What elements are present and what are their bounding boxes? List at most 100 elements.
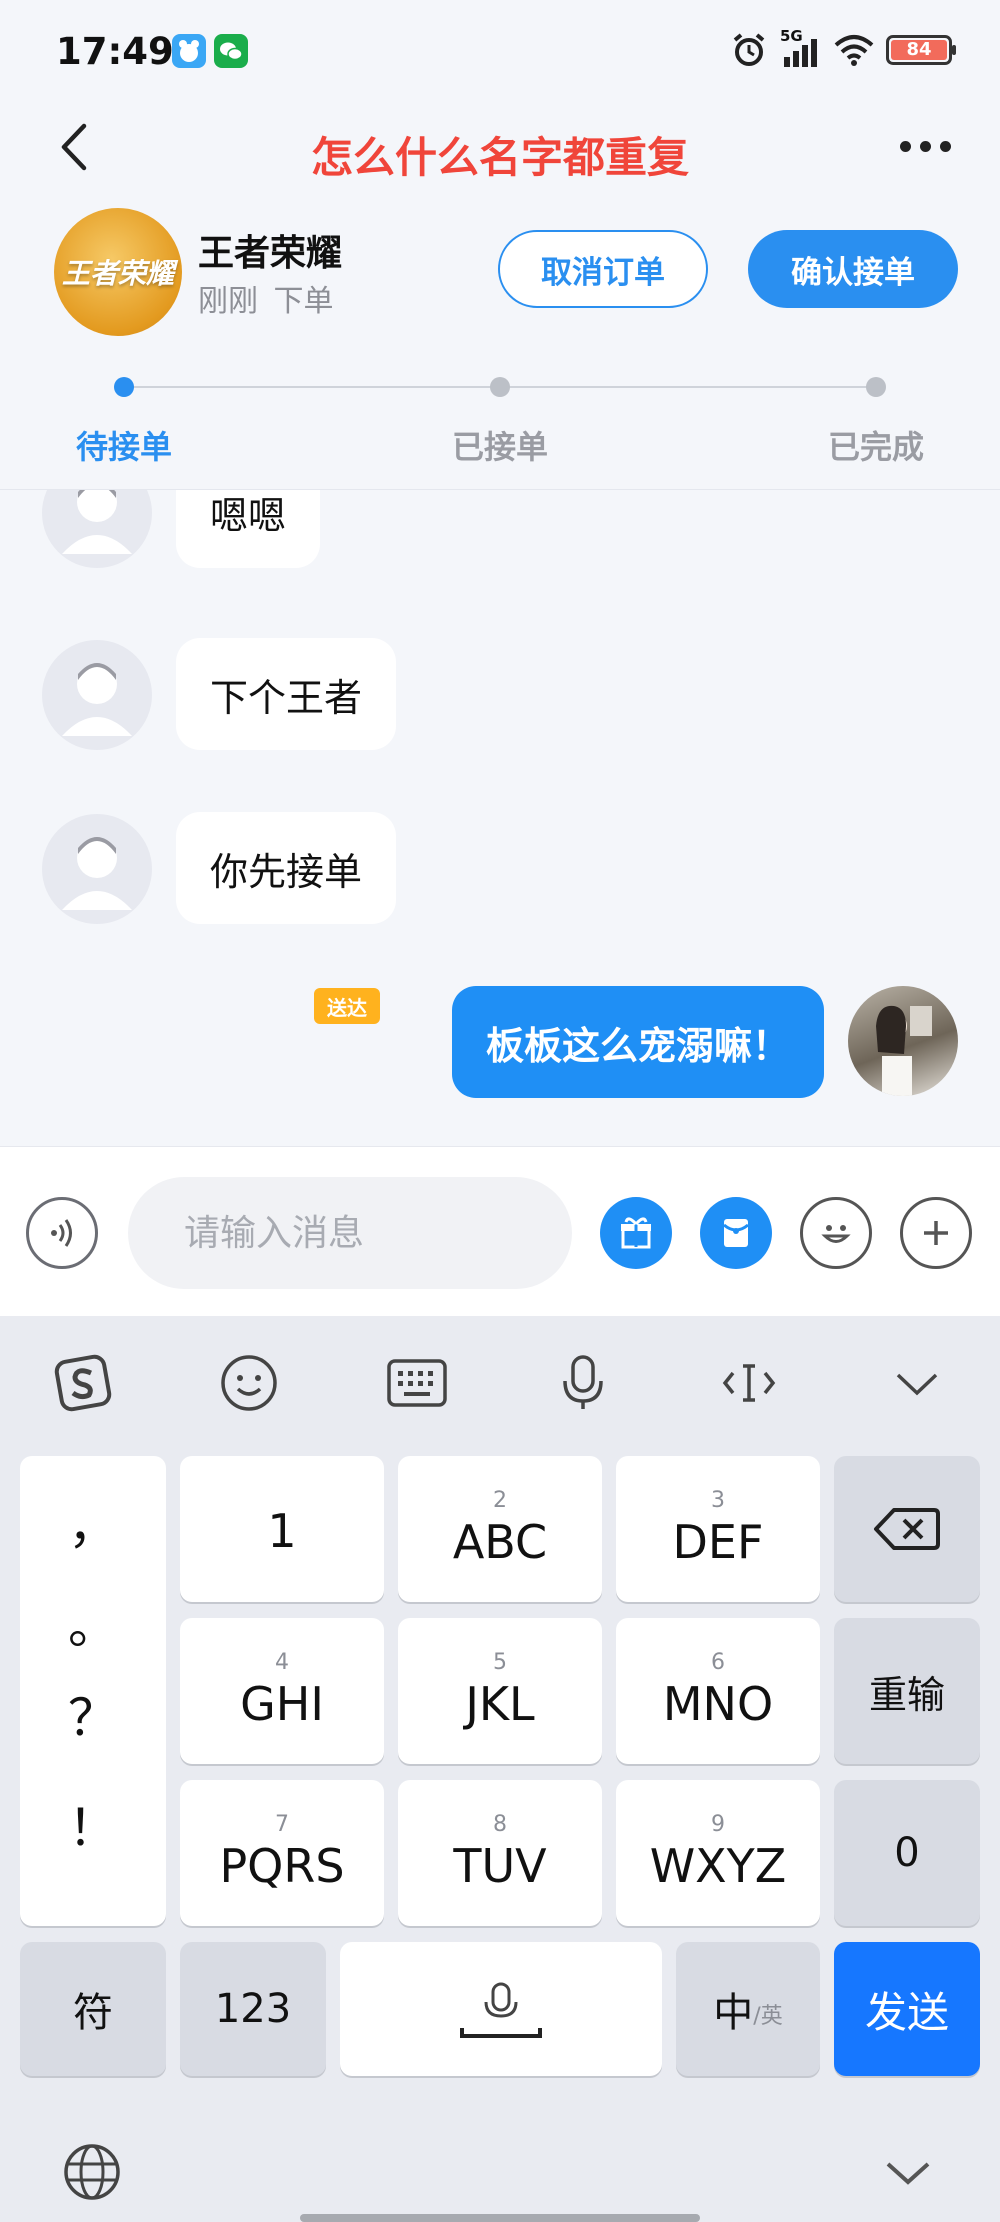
sogou-logo-button[interactable] xyxy=(50,1350,116,1416)
message-bubble[interactable]: 下个王者 xyxy=(176,638,397,750)
profile-photo-icon xyxy=(876,1005,932,1096)
my-avatar[interactable] xyxy=(848,986,958,1096)
app-notification-icon xyxy=(172,34,206,68)
cursor-button[interactable] xyxy=(716,1350,782,1416)
punct-period[interactable]: 。 xyxy=(20,1586,166,1658)
voice-button[interactable] xyxy=(26,1197,98,1269)
alarm-icon xyxy=(733,33,765,66)
key-number: 3 xyxy=(711,1488,725,1513)
order-time-text: 刚刚 xyxy=(198,284,258,319)
punct-question[interactable]: ？ xyxy=(20,1678,166,1750)
message-bubble[interactable]: 嗯嗯 xyxy=(176,490,321,568)
message-bubble[interactable]: 你先接单 xyxy=(176,812,397,924)
step-dot-completed xyxy=(866,377,886,397)
key-label: JKL xyxy=(465,1677,535,1731)
emoji-panel-button[interactable] xyxy=(216,1350,282,1416)
keyboard-bottom-bar xyxy=(0,2126,1000,2222)
punctuation-column[interactable]: ， 。 ？ ！ xyxy=(20,1456,166,1926)
punct-exclaim[interactable]: ！ xyxy=(20,1788,166,1860)
signal-icon: 5G xyxy=(780,27,822,69)
sogou-icon xyxy=(54,1354,112,1412)
chat-area[interactable]: 嗯嗯 下个王者 你先接单 送达 板板这么宠溺嘛！ xyxy=(0,490,1000,1146)
key-0[interactable]: 0 xyxy=(834,1780,980,1926)
default-avatar-icon xyxy=(62,837,132,910)
my-message-bubble[interactable]: 板板这么宠溺嘛！ xyxy=(451,986,824,1098)
key-label: PQRS xyxy=(219,1839,345,1893)
step-dot-accepted xyxy=(490,377,510,397)
key-label: 1 xyxy=(267,1504,297,1558)
contact-avatar[interactable] xyxy=(42,814,152,924)
confirm-order-button[interactable]: 确认接单 xyxy=(748,230,958,308)
key-3[interactable]: 3 DEF xyxy=(616,1456,820,1602)
smile-icon xyxy=(221,1355,277,1411)
key-6[interactable]: 6 MNO xyxy=(616,1618,820,1764)
key-4[interactable]: 4 GHI xyxy=(180,1618,384,1764)
keyboard-icon xyxy=(387,1359,447,1407)
status-bar: 17:49 5G 84 xyxy=(0,0,1000,100)
more-dot-icon xyxy=(899,140,911,152)
wechat-icon xyxy=(214,34,248,68)
number-mode-key[interactable]: 123 xyxy=(180,1942,326,2076)
input-bar xyxy=(0,1146,1000,1316)
step-completed: 已完成 xyxy=(827,428,924,466)
plus-icon xyxy=(924,1221,948,1245)
step-accepted: 已接单 xyxy=(451,428,548,466)
keyboard-switch-button[interactable] xyxy=(384,1350,450,1416)
step-pending: 待接单 xyxy=(75,428,172,466)
chevron-down-icon xyxy=(886,2162,930,2185)
message-input[interactable] xyxy=(128,1177,572,1289)
delivered-tag: 送达 xyxy=(314,988,380,1024)
more-button[interactable] xyxy=(890,126,960,166)
key-number: 5 xyxy=(493,1650,507,1675)
nav-bar: 怎么什么名字都重复 xyxy=(0,100,1000,196)
key-5[interactable]: 5 JKL xyxy=(398,1618,602,1764)
key-8[interactable]: 8 TUV xyxy=(398,1780,602,1926)
more-dot-icon xyxy=(939,140,951,152)
lang-sub-label: /英 xyxy=(753,2004,783,2029)
game-name: 王者荣耀 xyxy=(198,233,343,274)
keyboard: ， 。 ？ ！ 1 2 ABC 3 DEF 4 GHI 5 JKL 6 MNO 重输 7P… xyxy=(0,1316,1000,2222)
language-switch-key[interactable]: 中/英 xyxy=(676,1942,820,2076)
page-title: 怎么什么名字都重复 xyxy=(310,133,689,182)
red-envelope-button[interactable] xyxy=(700,1197,772,1269)
key-9[interactable]: 9 WXYZ xyxy=(616,1780,820,1926)
step-dot-pending xyxy=(114,377,134,397)
backspace-icon xyxy=(874,1508,940,1550)
hide-toolbar-button[interactable] xyxy=(884,1350,950,1416)
globe-button[interactable] xyxy=(60,2140,124,2204)
globe-icon xyxy=(64,2144,120,2200)
gift-button[interactable] xyxy=(600,1197,672,1269)
more-actions-button[interactable] xyxy=(900,1197,972,1269)
key-7[interactable]: 7 PQRS xyxy=(180,1780,384,1926)
key-number: 9 xyxy=(711,1812,725,1837)
order-status-text: 下单 xyxy=(273,284,334,319)
key-2[interactable]: 2 ABC xyxy=(398,1456,602,1602)
punct-comma[interactable]: ， xyxy=(20,1486,166,1558)
lang-main-label: 中 xyxy=(713,1990,754,2036)
microphone-space-icon xyxy=(460,1982,542,2038)
send-key[interactable]: 发送 xyxy=(834,1942,980,2076)
backspace-key[interactable] xyxy=(834,1456,980,1602)
game-avatar[interactable]: 王者荣耀 xyxy=(54,208,182,336)
wifi-icon xyxy=(834,35,874,66)
status-icons: 5G 84 xyxy=(730,27,956,70)
key-1[interactable]: 1 xyxy=(180,1456,384,1602)
space-key[interactable] xyxy=(340,1942,662,2076)
reinput-key[interactable]: 重输 xyxy=(834,1618,980,1764)
key-number: 2 xyxy=(493,1488,507,1513)
contact-avatar[interactable] xyxy=(42,640,152,750)
default-avatar-icon xyxy=(62,490,132,554)
chevron-down-icon xyxy=(896,1373,938,1396)
key-number: 4 xyxy=(275,1650,289,1675)
contact-avatar[interactable] xyxy=(42,490,152,568)
emoji-button[interactable] xyxy=(800,1197,872,1269)
more-dot-icon xyxy=(919,140,931,152)
symbol-key[interactable]: 符 xyxy=(20,1942,166,2076)
voice-input-button[interactable] xyxy=(550,1350,616,1416)
cancel-order-button[interactable]: 取消订单 xyxy=(498,230,708,308)
home-indicator[interactable] xyxy=(300,2214,700,2222)
key-label: ABC xyxy=(452,1515,548,1569)
smile-icon xyxy=(821,1225,851,1243)
hide-keyboard-button[interactable] xyxy=(880,2148,936,2198)
cursor-icon xyxy=(722,1364,776,1402)
